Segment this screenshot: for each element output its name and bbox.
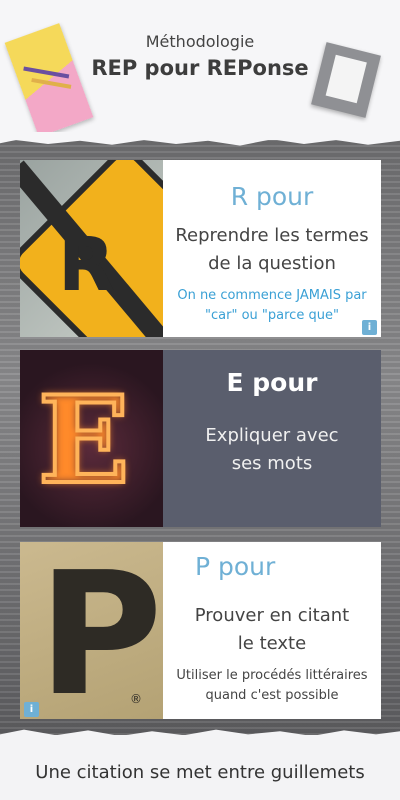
card-main-text: Prouver en citant le texte <box>194 605 350 654</box>
card-note-text: On ne commence JAMAIS par "car" ou "parc… <box>177 288 367 323</box>
card-p: P ® i P pour Prouver en citant le texte … <box>20 542 381 719</box>
card-main-text: Reprendre les termes de la question <box>175 225 369 274</box>
letter-r-image: R <box>20 160 163 337</box>
card-e-body: E pour Expliquer avec ses mots <box>163 350 381 527</box>
card-p-body: P pour Prouver en citant le texte Utilis… <box>163 542 381 719</box>
info-icon[interactable]: i <box>24 702 39 717</box>
card-r: R R pour Reprendre les termes de la ques… <box>20 160 381 337</box>
letter-p-glyph: P <box>38 542 163 719</box>
letter-e-glyph: E <box>36 368 131 513</box>
letter-r-glyph: R <box>58 222 115 308</box>
card-heading: P pour <box>195 552 276 581</box>
footer-text: Une citation se met entre guillemets <box>35 762 365 783</box>
card-e: E E pour Expliquer avec ses mots <box>20 350 381 527</box>
notepad-icon <box>311 42 381 118</box>
letter-e-image: E <box>20 350 163 527</box>
info-icon[interactable]: i <box>362 320 377 335</box>
card-main-text: Expliquer avec ses mots <box>205 425 339 474</box>
card-note-text: Utiliser le procédés littéraires quand c… <box>176 668 368 703</box>
header: Méthodologie REP pour REPonse <box>0 0 400 140</box>
card-heading: R pour <box>230 182 314 211</box>
card-r-body: R pour Reprendre les termes de la questi… <box>163 160 381 337</box>
card-heading: E pour <box>226 368 318 397</box>
letter-p-image: P ® i <box>20 542 163 719</box>
